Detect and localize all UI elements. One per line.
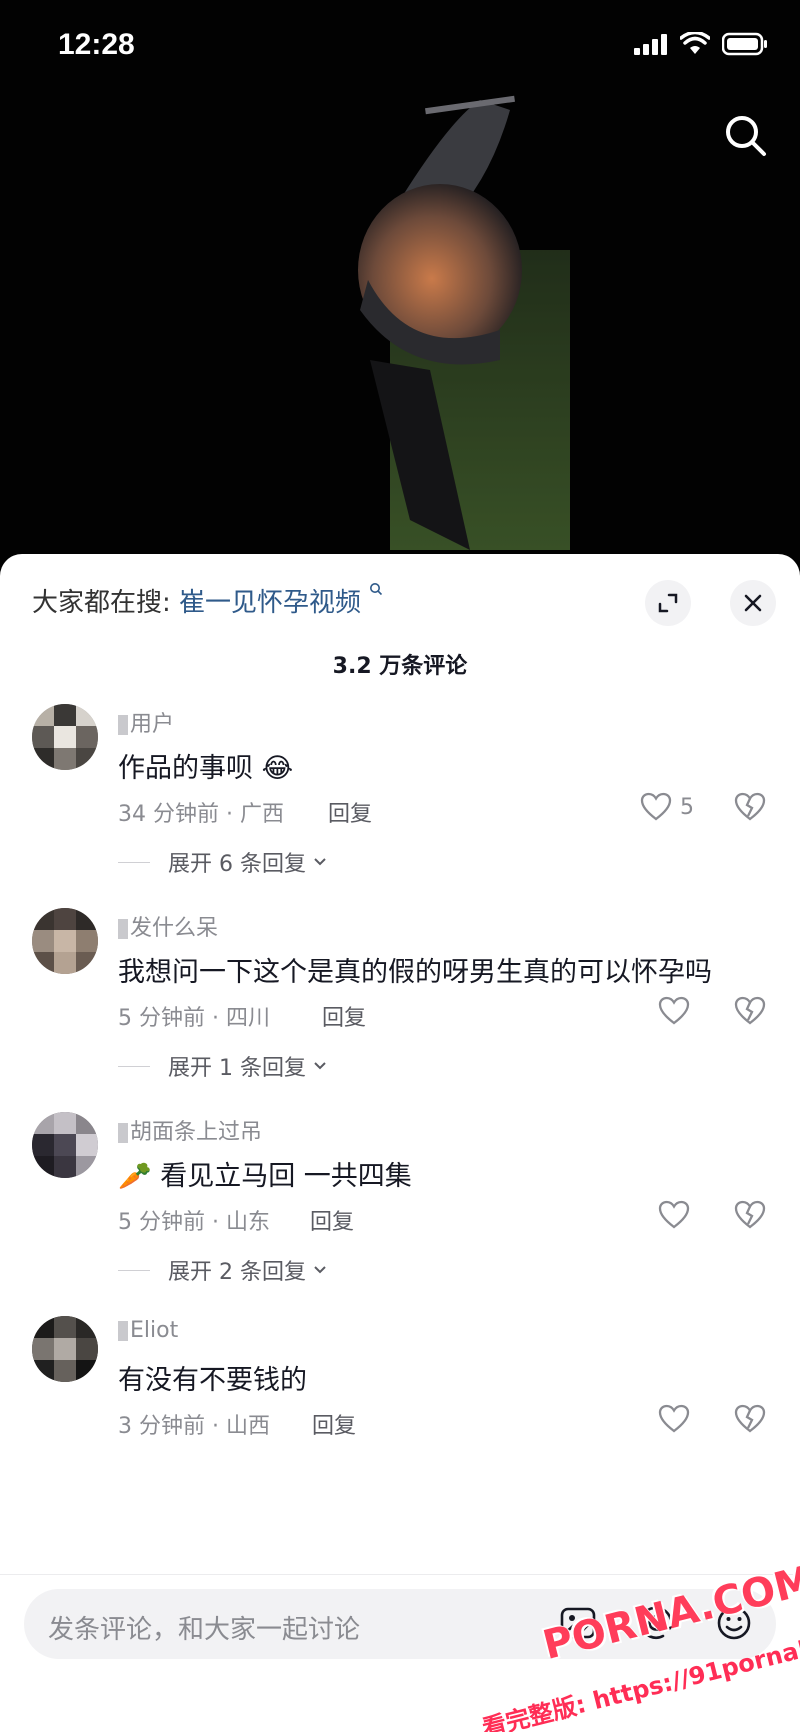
comment-meta: 34 分钟前 · 广西 <box>118 802 284 827</box>
comment-item: 发什么呆 我想问一下这个是真的假的呀男生真的可以怀孕吗 5 分钟前 · 四川 回… <box>0 908 800 1098</box>
divider <box>118 1065 150 1067</box>
username-mosaic <box>118 1321 128 1341</box>
video-frame <box>358 95 570 550</box>
comment-meta: 5 分钟前 · 四川 <box>118 1006 270 1031</box>
broken-heart-icon[interactable] <box>734 792 766 822</box>
heart-icon <box>658 1404 690 1433</box>
status-time: 12:28 <box>58 28 135 61</box>
comment-count: 3.2 万条评论 <box>332 654 468 679</box>
comment-placeholder: 发条评论，和大家一起讨论 <box>48 1615 361 1645</box>
trending-search[interactable]: 大家都在搜: 崔一见怀孕视频 <box>32 582 383 619</box>
like-button[interactable] <box>658 996 698 1026</box>
signal-icon <box>634 34 667 55</box>
expand-button[interactable] <box>645 580 691 626</box>
expand-replies-label: 展开 2 条回复 <box>168 1260 306 1285</box>
comment-item: Eliot 有没有不要钱的 3 分钟前 · 山西 回复 <box>0 1316 800 1466</box>
status-icons <box>634 32 768 56</box>
search-small-icon <box>370 583 383 596</box>
like-button[interactable] <box>658 1404 698 1434</box>
expand-icon <box>658 593 678 613</box>
username-mosaic <box>118 715 128 735</box>
close-button[interactable] <box>730 580 776 626</box>
divider <box>118 1269 150 1271</box>
status-bar: 12:28 <box>0 0 800 96</box>
chevron-down-icon <box>314 1062 326 1070</box>
comment-meta: 5 分钟前 · 山东 <box>118 1210 270 1235</box>
username[interactable]: Eliot <box>118 1318 178 1343</box>
username[interactable]: 胡面条上过吊 <box>118 1114 262 1146</box>
avatar[interactable] <box>32 908 98 974</box>
reply-button[interactable]: 回复 <box>322 1000 366 1032</box>
broken-heart-icon[interactable] <box>734 1200 766 1230</box>
comment-text: 我想问一下这个是真的假的呀男生真的可以怀孕吗 <box>118 957 712 988</box>
reply-button[interactable]: 回复 <box>328 796 372 828</box>
heart-icon <box>640 792 672 821</box>
heart-icon <box>658 1200 690 1229</box>
wifi-icon <box>680 32 710 54</box>
broken-heart-icon[interactable] <box>734 1404 766 1434</box>
like-button[interactable]: 5 <box>640 792 694 822</box>
expand-replies[interactable]: 展开 1 条回复 <box>118 1050 328 1082</box>
username[interactable]: 用户 <box>118 706 174 738</box>
trending-prefix: 大家都在搜: <box>32 588 171 618</box>
divider <box>118 861 150 863</box>
avatar[interactable] <box>32 1112 98 1178</box>
reply-button[interactable]: 回复 <box>310 1204 354 1236</box>
search-icon[interactable] <box>722 112 770 160</box>
comment-text: 作品的事呗 😂 <box>118 753 294 784</box>
username-mosaic <box>118 919 128 939</box>
avatar[interactable] <box>32 704 98 770</box>
trending-keyword[interactable]: 崔一见怀孕视频 <box>179 588 361 618</box>
username-mosaic <box>118 1123 128 1143</box>
expand-replies[interactable]: 展开 6 条回复 <box>118 846 328 878</box>
comment-item: 胡面条上过吊 🥕 看见立马回 一共四集 5 分钟前 · 山东 回复 展开 2 条… <box>0 1112 800 1302</box>
chevron-down-icon <box>314 1266 326 1274</box>
comment-sheet: 大家都在搜: 崔一见怀孕视频 3.2 万条评论 用户 作品的事呗 😂 34 分钟… <box>0 554 800 1732</box>
expand-replies-label: 展开 6 条回复 <box>168 852 306 877</box>
comment-text: 🥕 看见立马回 一共四集 <box>118 1161 412 1192</box>
heart-icon <box>658 996 690 1025</box>
video-player[interactable]: 12:28 <box>0 0 800 580</box>
expand-replies-label: 展开 1 条回复 <box>168 1056 306 1081</box>
username[interactable]: 发什么呆 <box>118 910 218 942</box>
chevron-down-icon <box>314 858 326 866</box>
comment-meta: 3 分钟前 · 山西 <box>118 1414 270 1439</box>
comment-text: 有没有不要钱的 <box>118 1365 307 1396</box>
battery-icon <box>722 32 767 56</box>
reply-button[interactable]: 回复 <box>312 1408 356 1440</box>
expand-replies[interactable]: 展开 2 条回复 <box>118 1254 328 1286</box>
close-icon <box>744 594 762 612</box>
like-button[interactable] <box>658 1200 698 1230</box>
like-count: 5 <box>680 794 694 820</box>
comment-item: 用户 作品的事呗 😂 34 分钟前 · 广西 回复 5 展开 6 条回复 <box>0 704 800 894</box>
avatar[interactable] <box>32 1316 98 1382</box>
broken-heart-icon[interactable] <box>734 996 766 1026</box>
